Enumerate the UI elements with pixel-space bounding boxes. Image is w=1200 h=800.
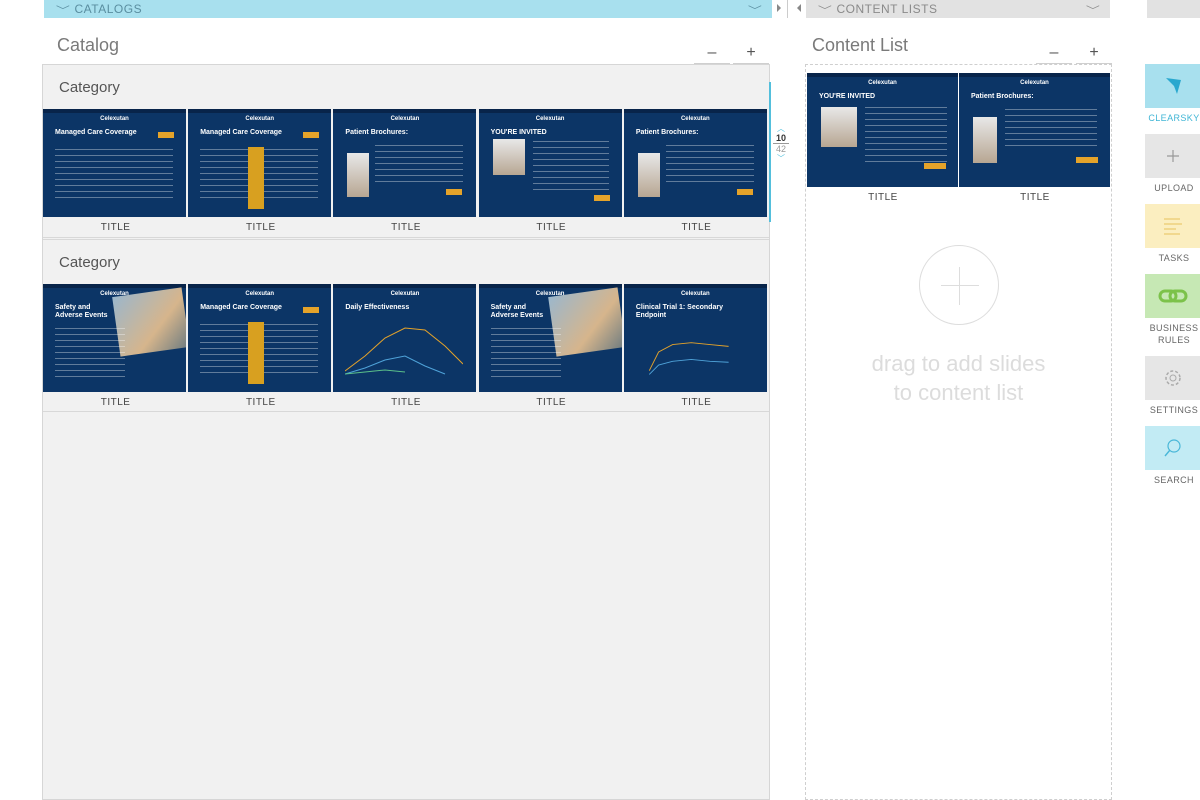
slide-title: TITLE: [391, 222, 421, 233]
settings-button[interactable]: SETTINGS: [1145, 356, 1200, 416]
collapse-left-arrow-icon[interactable]: [797, 4, 801, 12]
slide-card[interactable]: Celexutan Clinical Trial 1: Secondary En…: [623, 284, 769, 414]
category-label: Category: [59, 254, 120, 271]
slide-thumbnail[interactable]: Celexutan YOU'RE INVITED: [807, 73, 958, 187]
scroll-indicator[interactable]: [769, 82, 771, 222]
page-indicator[interactable]: ︿ 10 42 ﹀: [773, 124, 789, 163]
slide-card[interactable]: Celexutan Safety and Adverse Events TITL…: [43, 284, 188, 414]
chevron-down-icon: ﹀: [817, 5, 833, 17]
slide-thumbnail[interactable]: Celexutan Daily Effectiveness: [333, 284, 477, 392]
lines-icon: [1164, 218, 1182, 235]
slide-title: TITLE: [245, 222, 276, 233]
slide-card[interactable]: Celexutan Daily Effectiveness TITLE: [333, 284, 478, 414]
business-rules-label: BUSINESS RULES: [1149, 323, 1199, 345]
chevron-down-icon[interactable]: ﹀: [747, 2, 762, 17]
chevron-down-icon[interactable]: ﹀: [773, 154, 789, 163]
slide-title: TITLE: [681, 222, 712, 233]
slide-thumbnail[interactable]: Celexutan Managed Care Coverage: [188, 109, 332, 217]
search-button[interactable]: SEARCH: [1145, 426, 1200, 486]
catalogs-section-header[interactable]: ﹀ CATALOGS ﹀: [44, 0, 772, 18]
drop-zone[interactable]: drag to add slides to content list: [806, 245, 1111, 407]
category-section: Category Celexutan Safety and Adverse Ev…: [43, 239, 769, 412]
chevron-down-icon[interactable]: ﹀: [1085, 2, 1100, 17]
slide-title: TITLE: [100, 222, 131, 233]
catalog-panel: Category Celexutan Managed Care Coverage…: [42, 64, 770, 800]
slide-thumbnail[interactable]: Celexutan Safety and Adverse Events: [478, 284, 622, 392]
business-rules-button[interactable]: BUSINESS RULES: [1145, 274, 1200, 346]
divider: [787, 0, 788, 18]
slide-card[interactable]: Celexutan Managed Care Coverage TITLE: [188, 284, 333, 414]
slide-card[interactable]: Celexutan Patient Brochures: TITLE: [959, 73, 1111, 209]
catalogs-header-label: CATALOGS: [74, 2, 143, 16]
slide-thumbnail[interactable]: Celexutan Clinical Trial 1: Secondary En…: [623, 284, 767, 392]
slide-thumbnail[interactable]: Celexutan Patient Brochures:: [333, 109, 477, 217]
slide-title: TITLE: [536, 397, 567, 408]
drop-hint: drag to add slides to content list: [871, 351, 1046, 405]
slide-card[interactable]: Celexutan Patient Brochures: TITLE: [333, 109, 478, 239]
content-list-title: Content List: [812, 35, 909, 55]
thumbnail-chart: [648, 342, 729, 375]
category-label: Category: [59, 79, 120, 96]
slide-card[interactable]: Celexutan Managed Care Coverage TITLE: [188, 109, 333, 239]
collapse-right-arrow-icon[interactable]: [777, 4, 781, 12]
slide-thumbnail[interactable]: Celexutan Patient Brochures:: [959, 73, 1110, 187]
current-page: 10: [773, 133, 789, 144]
slide-thumbnail[interactable]: Celexutan Managed Care Coverage: [43, 109, 186, 217]
chevron-up-icon[interactable]: ︿: [773, 124, 789, 133]
slide-thumbnail[interactable]: Celexutan Safety and Adverse Events: [43, 284, 186, 392]
content-list-panel[interactable]: Celexutan YOU'RE INVITED TITLE Celexutan…: [805, 64, 1112, 800]
content-lists-header-label: CONTENT LISTS: [836, 2, 938, 16]
catalog-title: Catalog: [57, 35, 120, 55]
upload-button[interactable]: UPLOAD: [1145, 134, 1200, 194]
category-section: Category Celexutan Managed Care Coverage…: [43, 65, 769, 238]
gear-icon: [1165, 370, 1181, 386]
slide-card[interactable]: Celexutan Patient Brochures: TITLE: [623, 109, 769, 239]
slide-card[interactable]: Celexutan YOU'RE INVITED TITLE: [807, 73, 959, 209]
total-pages: 42: [775, 144, 786, 154]
slide-title: TITLE: [391, 397, 421, 408]
tasks-button[interactable]: TASKS: [1145, 204, 1200, 264]
content-lists-section-header[interactable]: ﹀ CONTENT LISTS ﹀: [806, 0, 1110, 18]
slide-title: TITLE: [1020, 192, 1050, 203]
link-icon: [1158, 289, 1188, 303]
flag-icon: [1166, 78, 1181, 94]
add-slide-icon[interactable]: [918, 245, 999, 325]
right-toolbar: CLEARSKY UPLOAD TASKS BUSINESS RULES SETT…: [1145, 64, 1200, 496]
zoom-in-button[interactable]: +: [733, 45, 769, 64]
slide-title: TITLE: [681, 397, 712, 408]
plus-icon: [1167, 150, 1179, 162]
zoom-out-button[interactable]: –: [694, 45, 730, 64]
slide-card[interactable]: Celexutan YOU'RE INVITED TITLE: [478, 109, 624, 239]
thumbnail-chart: [345, 327, 464, 375]
slide-card[interactable]: Celexutan Safety and Adverse Events TITL…: [478, 284, 624, 414]
slide-title: TITLE: [100, 397, 131, 408]
slide-card[interactable]: Celexutan Managed Care Coverage TITLE: [43, 109, 188, 239]
zoom-in-button[interactable]: +: [1076, 45, 1112, 64]
zoom-out-button[interactable]: –: [1036, 45, 1072, 64]
slide-title: TITLE: [868, 192, 898, 203]
toolbar-header: [1147, 0, 1200, 18]
clearsky-button[interactable]: CLEARSKY: [1145, 64, 1200, 124]
slide-thumbnail[interactable]: Celexutan YOU'RE INVITED: [478, 109, 622, 217]
slide-title: TITLE: [536, 222, 567, 233]
search-icon: [1164, 439, 1181, 457]
slide-thumbnail[interactable]: Celexutan Managed Care Coverage: [188, 284, 332, 392]
slide-title: TITLE: [245, 397, 276, 408]
chevron-down-icon: ﹀: [55, 5, 71, 17]
slide-thumbnail[interactable]: Celexutan Patient Brochures:: [623, 109, 767, 217]
